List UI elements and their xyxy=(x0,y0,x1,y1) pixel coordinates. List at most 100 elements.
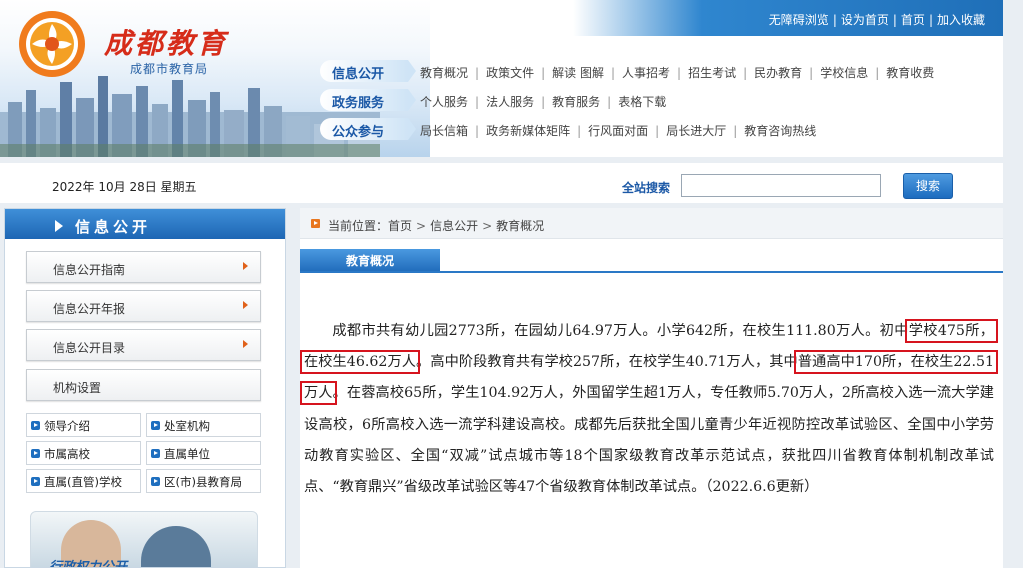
grid-link-direct-schools[interactable]: 直属(直管)学校 xyxy=(26,469,141,493)
homepage-link[interactable]: 首页 xyxy=(901,13,925,27)
site-search-label: 全站搜索 xyxy=(622,181,671,195)
nav-link[interactable]: 教育收费 xyxy=(886,66,934,80)
nav-link[interactable]: 民办教育 xyxy=(754,66,802,80)
nav-link[interactable]: 局长进大厅 xyxy=(666,124,726,138)
nav-link[interactable]: 解读 图解 xyxy=(552,66,604,80)
sidebar-item-annual-report[interactable]: 信息公开年报 xyxy=(26,290,261,322)
bullet-arrow-icon xyxy=(31,421,40,430)
nav-separator: | xyxy=(475,124,480,138)
nav-link[interactable]: 行风面对面 xyxy=(588,124,648,138)
grid-link-leaders[interactable]: 领导介绍 xyxy=(26,413,141,437)
set-homepage-link[interactable]: 设为首页 xyxy=(841,13,889,27)
nav-items-participation: 局长信箱 | 政务新媒体矩阵 | 行风面对面 | 局长进大厅 | 教育咨询热线 xyxy=(420,122,816,139)
sidebar-title: 信息公开 xyxy=(54,218,152,236)
nav-link[interactable]: 教育服务 xyxy=(552,95,600,109)
sidebar-item-label: 机构设置 xyxy=(53,381,102,395)
nav-link[interactable]: 招生考试 xyxy=(688,66,736,80)
grid-link-affiliated-units[interactable]: 直属单位 xyxy=(146,441,261,465)
nav-separator: | xyxy=(475,95,480,109)
nav-row-participation: 公众参与 局长信箱 | 政务新媒体矩阵 | 行风面对面 | 局长进大厅 | 教育咨询热线 xyxy=(320,118,1000,144)
top-links-bar: 无障碍浏览 | 设为首页 | 首页 | 加入收藏 xyxy=(573,0,1003,36)
grid-link-label: 直属(直管)学校 xyxy=(44,475,122,489)
promo-banner[interactable]: 行政权力公开 xyxy=(30,511,258,568)
sidebar-item-catalog[interactable]: 信息公开目录 xyxy=(26,329,261,361)
nav-separator: | xyxy=(577,124,582,138)
sidebar-item-label: 信息公开年报 xyxy=(53,302,126,316)
date-search-bar: 2022年 10月 28日 星期五 全站搜索 搜索 xyxy=(0,163,1003,203)
nav-row-info: 信息公开 教育概况 | 政策文件 | 解读 图解 | 人事招考 | 招生考试 | 民办教育 | 学校信息… xyxy=(320,60,1000,86)
nav-separator: | xyxy=(809,66,814,80)
article-text: 。高中阶段教育共有学校257所，在校学生40.71万人，其中 xyxy=(416,354,798,371)
grid-link-label: 区(市)县教育局 xyxy=(164,475,242,489)
site-header: 成都教育 成都市教育局 无障碍浏览 | 设为首页 | 首页 | 加入收藏 信息公开 教育概况… xyxy=(0,0,1003,157)
nav-items-services: 个人服务 | 法人服务 | 教育服务 | 表格下载 xyxy=(420,93,666,110)
nav-tag-info[interactable]: 信息公开 xyxy=(320,60,416,82)
nav-link[interactable]: 政务新媒体矩阵 xyxy=(486,124,570,138)
sidebar-item-label: 信息公开指南 xyxy=(53,263,126,277)
grid-link-universities[interactable]: 市属高校 xyxy=(26,441,141,465)
nav-separator: | xyxy=(475,66,480,80)
sunbird-logo-icon xyxy=(19,11,85,77)
nav-link[interactable]: 局长信箱 xyxy=(420,124,468,138)
grid-link-label: 处室机构 xyxy=(164,419,210,433)
grid-link-label: 市属高校 xyxy=(44,447,90,461)
current-date: 2022年 10月 28日 星期五 xyxy=(52,180,197,194)
sidebar-item-organization[interactable]: 机构设置 xyxy=(26,369,261,401)
arrow-right-icon xyxy=(243,301,248,309)
nav-items-info: 教育概况 | 政策文件 | 解读 图解 | 人事招考 | 招生考试 | 民办教育 | 学校信息 | 教育收费 xyxy=(420,64,934,81)
search-input[interactable] xyxy=(681,174,881,197)
nav-separator: | xyxy=(610,66,615,80)
top-links-separator: | xyxy=(928,13,933,27)
brand-title: 成都教育 xyxy=(104,27,229,60)
grid-link-departments[interactable]: 处室机构 xyxy=(146,413,261,437)
article-body: 成都市共有幼儿园2773所，在园幼儿64.97万人。小学642所，在校生111.… xyxy=(299,316,999,503)
search-button[interactable]: 搜索 xyxy=(903,173,953,199)
page: 成都教育 成都市教育局 无障碍浏览 | 设为首页 | 首页 | 加入收藏 信息公开 教育概况… xyxy=(0,0,1023,568)
bullet-arrow-icon xyxy=(31,477,40,486)
breadcrumb: 当前位置：首页 > 信息公开 > 教育概况 xyxy=(300,208,1003,239)
nav-link[interactable]: 人事招考 xyxy=(622,66,670,80)
promo-person-image xyxy=(141,526,211,567)
sidebar-item-label: 信息公开目录 xyxy=(53,341,126,355)
grid-link-label: 领导介绍 xyxy=(44,419,90,433)
nav-link[interactable]: 教育概况 xyxy=(420,66,468,80)
sidebar-header: 信息公开 xyxy=(5,209,285,239)
top-links-separator: | xyxy=(892,13,897,27)
sidebar: 信息公开 信息公开指南 信息公开年报 信息公开目录 机构设置 领导介绍 处室机构… xyxy=(4,208,286,568)
bullet-arrow-icon xyxy=(31,449,40,458)
nav-separator: | xyxy=(733,124,738,138)
nav-row-services: 政务服务 个人服务 | 法人服务 | 教育服务 | 表格下载 xyxy=(320,89,1000,115)
arrow-right-icon xyxy=(243,340,248,348)
breadcrumb-separator: > xyxy=(416,219,427,233)
nav-separator: | xyxy=(677,66,682,80)
tab-education-overview[interactable]: 教育概况 xyxy=(300,249,440,273)
accessibility-link[interactable]: 无障碍浏览 xyxy=(769,13,829,27)
top-links-separator: | xyxy=(832,13,837,27)
nav-tag-participation[interactable]: 公众参与 xyxy=(320,118,416,140)
nav-link[interactable]: 学校信息 xyxy=(820,66,868,80)
nav-separator: | xyxy=(607,95,612,109)
nav-link[interactable]: 个人服务 xyxy=(420,95,468,109)
nav-link[interactable]: 教育咨询热线 xyxy=(744,124,816,138)
nav-separator: | xyxy=(743,66,748,80)
nav-separator: | xyxy=(655,124,660,138)
add-favorite-link[interactable]: 加入收藏 xyxy=(937,13,985,27)
breadcrumb-prefix: 当前位置： xyxy=(328,219,389,233)
grid-link-district-bureaus[interactable]: 区(市)县教育局 xyxy=(146,469,261,493)
breadcrumb-separator: > xyxy=(482,219,493,233)
nav-separator: | xyxy=(875,66,880,80)
bullet-arrow-icon xyxy=(151,449,160,458)
breadcrumb-home[interactable]: 首页 xyxy=(388,219,412,233)
breadcrumb-current[interactable]: 教育概况 xyxy=(496,219,544,233)
bullet-arrow-icon xyxy=(151,477,160,486)
nav-link[interactable]: 法人服务 xyxy=(486,95,534,109)
main-content: 当前位置：首页 > 信息公开 > 教育概况 教育概况 成都市共有幼儿园2773所，在园幼… xyxy=(299,208,1003,568)
nav-tag-services[interactable]: 政务服务 xyxy=(320,89,416,111)
sidebar-item-guide[interactable]: 信息公开指南 xyxy=(26,251,261,283)
brand-subtitle: 成都市教育局 xyxy=(130,62,209,76)
nav-link[interactable]: 政策文件 xyxy=(486,66,534,80)
breadcrumb-info[interactable]: 信息公开 xyxy=(430,219,478,233)
nav-link[interactable]: 表格下载 xyxy=(618,95,666,109)
promo-label: 行政权力公开 xyxy=(49,560,128,568)
nav-separator: | xyxy=(541,66,546,80)
